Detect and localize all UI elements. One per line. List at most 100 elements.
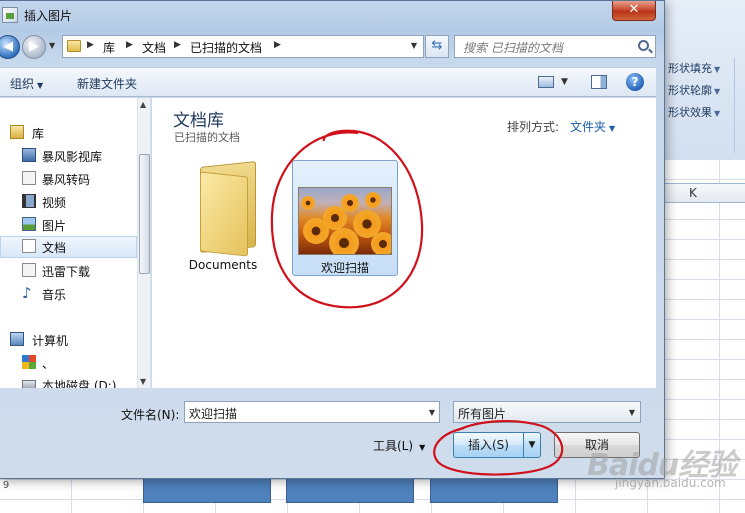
ribbon-divider (734, 58, 735, 153)
chevron-right-icon[interactable]: ▶ (174, 40, 181, 50)
dialog-title: 插入图片 (24, 9, 73, 23)
command-bar: 组织 ▼ 新建文件夹 ▼ ? (0, 67, 656, 97)
view-icon[interactable] (538, 76, 554, 88)
file-type-select[interactable]: 所有图片 ▼ (453, 401, 641, 423)
scroll-up-icon[interactable]: ▲ (140, 100, 146, 109)
new-folder-button[interactable]: 新建文件夹 (77, 75, 137, 92)
chevron-down-icon: ▼ (37, 81, 44, 90)
file-name: 欢迎扫描 (320, 261, 369, 275)
shape-fill-label: 形状填充 (668, 62, 712, 75)
nav-item-baofeng-transcode[interactable]: 暴风转码 (0, 168, 137, 190)
baidu-watermark: Baidu经验 jingyan.baidu.com (573, 436, 743, 496)
arrange-by-label: 排列方式: (507, 120, 560, 134)
chevron-down-icon[interactable]: ▼ (429, 408, 435, 417)
chevron-right-icon[interactable]: ▶ (87, 40, 94, 50)
arrange-by-dropdown[interactable]: 文件夹 ▼ (570, 118, 615, 135)
nav-drive-c[interactable]: 、 (0, 352, 137, 374)
excel-shape-3[interactable] (430, 478, 558, 503)
library-title: 文档库 (173, 111, 224, 131)
preview-pane-icon[interactable] (591, 75, 607, 89)
nav-item-label: 视频 (42, 196, 67, 210)
breadcrumb-scanned[interactable]: 已扫描的文档 (190, 39, 262, 56)
library-icon (10, 125, 24, 139)
chevron-down-icon: ▼ (714, 109, 721, 118)
chevron-down-icon[interactable]: ▼ (411, 41, 417, 50)
scroll-thumb[interactable] (139, 154, 150, 274)
shape-outline-button[interactable]: 形状轮廓 ▼ (668, 82, 720, 98)
arrange-by-value: 文件夹 (570, 120, 607, 134)
recent-pages-dropdown[interactable]: ▼ (49, 41, 55, 50)
close-button[interactable]: ✕ (612, 1, 656, 21)
column-header-k[interactable]: K (655, 183, 745, 203)
nav-item-baofeng-library[interactable]: 暴风影视库 (0, 145, 137, 167)
chevron-down-icon: ▼ (714, 87, 721, 96)
shape-effects-button[interactable]: 形状效果 ▼ (668, 104, 720, 120)
scroll-down-icon[interactable]: ▼ (140, 377, 146, 386)
nav-library-label: 库 (32, 127, 45, 141)
insert-options-dropdown[interactable]: ▼ (523, 432, 541, 458)
video-library-icon (22, 148, 36, 162)
picture-icon (22, 217, 36, 231)
breadcrumb-library[interactable]: 库 (103, 39, 115, 56)
nav-item-label: 图片 (42, 219, 67, 233)
library-subtitle: 已扫描的文档 (174, 131, 240, 144)
nav-item-label: 暴风转码 (42, 173, 91, 187)
shape-effects-label: 形状效果 (668, 106, 712, 119)
search-input[interactable]: 搜索 已扫描的文档 (454, 35, 656, 58)
file-type-value: 所有图片 (458, 407, 507, 421)
nav-item-label: 迅雷下载 (42, 265, 91, 279)
document-icon (22, 263, 36, 277)
chevron-down-icon: ▼ (609, 124, 616, 133)
file-item-welcome-scan[interactable]: 欢迎扫描 (292, 160, 398, 276)
excel-shape-1[interactable] (143, 478, 271, 503)
chevron-right-icon[interactable]: ▶ (126, 40, 133, 50)
image-thumbnail (298, 187, 392, 255)
nav-item-pictures[interactable]: 图片 (0, 214, 137, 236)
nav-scrollbar[interactable]: ▲ ▼ (137, 98, 150, 388)
shape-fill-button[interactable]: 形状填充 ▼ (668, 60, 720, 76)
filename-label: 文件名(N): (121, 408, 180, 422)
ribbon-drawing-tools: 形状填充 ▼ 形状轮廓 ▼ 形状效果 ▼ (655, 0, 745, 160)
shape-outline-label: 形状轮廓 (668, 84, 712, 97)
chevron-right-icon[interactable]: ▶ (274, 40, 281, 50)
nav-library[interactable]: 库 (0, 122, 137, 144)
file-item-documents[interactable]: Documents (170, 160, 276, 276)
organize-button[interactable]: 组织 ▼ (10, 75, 43, 92)
forward-button[interactable]: ▶ (22, 35, 46, 59)
file-name: Documents (188, 258, 258, 272)
navigation-pane: 库 暴风影视库 暴风转码 视频 图片 文档 迅雷下载 ♪ 音乐 计算机 、 本地… (0, 98, 151, 388)
film-icon (22, 194, 36, 208)
watermark-url: jingyan.baidu.com (615, 476, 726, 490)
nav-item-videos[interactable]: 视频 (0, 191, 137, 213)
picture-icon (2, 7, 18, 23)
breadcrumb-documents[interactable]: 文档 (142, 39, 166, 56)
insert-button[interactable]: 插入(S) (453, 432, 524, 458)
excel-shape-2[interactable] (286, 478, 414, 503)
nav-item-xunlei-downloads[interactable]: 迅雷下载 (0, 260, 137, 282)
back-button[interactable]: ◀ (0, 35, 20, 59)
filename-value: 欢迎扫描 (189, 407, 238, 421)
windows-drive-icon (22, 355, 36, 369)
nav-drive-d[interactable]: 本地磁盘 (D:) (0, 374, 137, 388)
chevron-down-icon: ▼ (714, 65, 721, 74)
nav-drive-d-label: 本地磁盘 (D:) (42, 379, 117, 388)
refresh-button[interactable]: ⇆ (425, 35, 449, 58)
hard-drive-icon (22, 380, 36, 388)
chevron-down-icon[interactable]: ▼ (561, 77, 568, 87)
nav-item-music[interactable]: ♪ 音乐 (0, 283, 137, 305)
nav-computer[interactable]: 计算机 (0, 329, 137, 351)
tools-label: 工具(L) (373, 439, 414, 453)
tools-button[interactable]: 工具(L) ▼ (373, 437, 425, 454)
nav-item-documents[interactable]: 文档 (0, 236, 137, 258)
refresh-icon: ⇆ (431, 38, 443, 53)
nav-item-label: 音乐 (42, 288, 67, 302)
row-number: 9 (2, 480, 10, 491)
nav-item-label: 文档 (42, 241, 67, 255)
title-bar[interactable]: 插入图片 ✕ (0, 1, 664, 31)
folder-icon (67, 40, 81, 52)
insert-picture-dialog: 插入图片 ✕ ◀ ▶ ▼ ▶ 库 ▶ 文档 ▶ 已扫描的文档 ▶ ▼ ⇆ 搜索 … (0, 0, 665, 479)
filename-input[interactable]: 欢迎扫描 ▼ (184, 401, 440, 423)
help-icon[interactable]: ? (626, 73, 644, 91)
nav-computer-label: 计算机 (32, 334, 69, 348)
address-bar[interactable]: ▶ 库 ▶ 文档 ▶ 已扫描的文档 ▶ ▼ (62, 35, 424, 58)
